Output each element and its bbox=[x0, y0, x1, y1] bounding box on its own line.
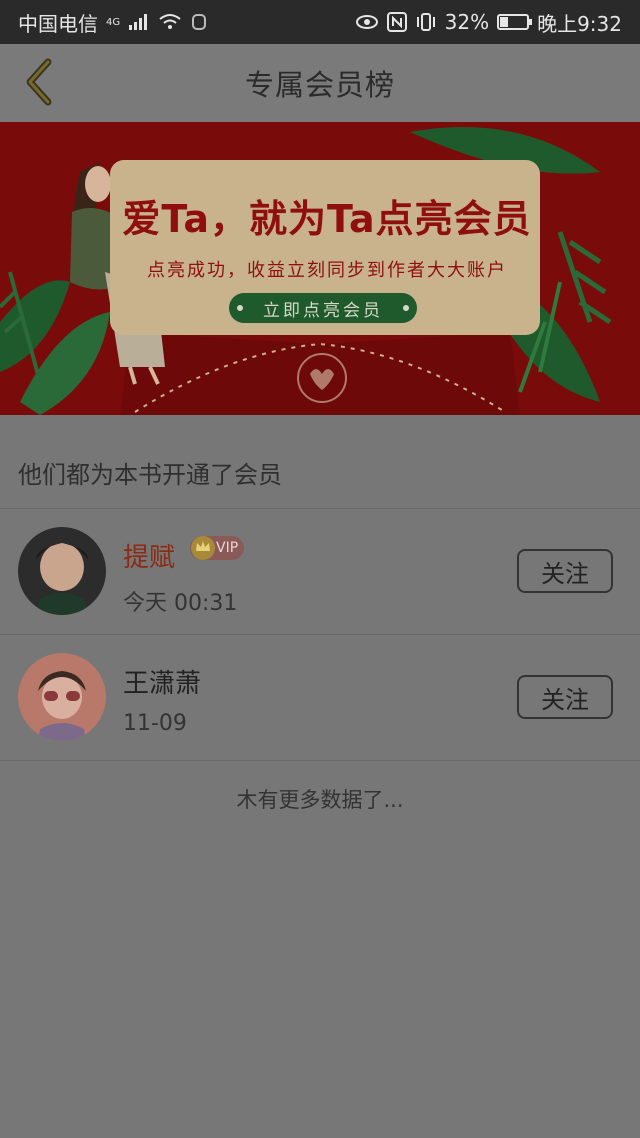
nfc-icon bbox=[386, 12, 407, 32]
battery-fill bbox=[500, 17, 509, 27]
vip-badge-label: VIP bbox=[216, 540, 239, 556]
chevron-left-icon bbox=[26, 58, 52, 106]
promo-banner[interactable]: 爱Ta，就为Ta点亮会员 点亮成功，收益立刻同步到作者大大账户 立即点亮会员 bbox=[0, 122, 640, 415]
section-label: 他们都为本书开通了会员 bbox=[18, 461, 282, 489]
carrier-label: 中国电信 bbox=[18, 11, 98, 36]
app-notification-icon bbox=[192, 14, 207, 30]
vip-badge: VIP bbox=[190, 536, 245, 560]
status-bar: 中国电信 4G 32% 晚上9:32 bbox=[0, 0, 640, 44]
follow-button[interactable]: 关注 bbox=[517, 549, 613, 593]
activate-membership-button[interactable]: 立即点亮会员 bbox=[229, 293, 417, 323]
member-name[interactable]: 提赋 bbox=[123, 537, 175, 574]
battery-icon bbox=[497, 14, 533, 30]
battery-percent: 32% bbox=[444, 10, 490, 34]
page-title: 专属会员榜 bbox=[244, 68, 395, 102]
member-time: 11-09 bbox=[123, 711, 187, 736]
member-name[interactable]: 王潇萧 bbox=[123, 663, 201, 700]
divider bbox=[0, 760, 640, 761]
avatar-image bbox=[18, 527, 106, 615]
member-row[interactable]: 王潇萧 11-09 关注 bbox=[0, 635, 640, 761]
back-button[interactable] bbox=[14, 56, 66, 108]
crown-icon bbox=[191, 536, 215, 560]
member-time: 今天 00:31 bbox=[123, 591, 238, 616]
member-row[interactable]: 提赋 VIP 今天 00:31 关注 bbox=[0, 509, 640, 635]
wifi-icon bbox=[159, 14, 181, 29]
clock: 晚上9:32 bbox=[537, 11, 622, 36]
avatar-image bbox=[18, 653, 106, 741]
status-left: 中国电信 4G bbox=[18, 8, 208, 37]
nav-header: 专属会员榜 bbox=[0, 44, 640, 122]
follow-button[interactable]: 关注 bbox=[517, 675, 613, 719]
signal-icon bbox=[129, 14, 148, 30]
avatar[interactable] bbox=[18, 527, 106, 615]
no-more-data-text: 木有更多数据了... bbox=[236, 788, 404, 812]
avatar[interactable] bbox=[18, 653, 106, 741]
banner-subtitle: 点亮成功，收益立刻同步到作者大大账户 bbox=[147, 260, 507, 281]
eye-icon bbox=[355, 15, 378, 29]
banner-title: 爱Ta，就为Ta点亮会员 bbox=[122, 197, 532, 241]
status-right: 32% 晚上9:32 bbox=[355, 8, 622, 37]
vibrate-icon bbox=[416, 13, 435, 31]
network-type: 4G bbox=[106, 16, 121, 28]
